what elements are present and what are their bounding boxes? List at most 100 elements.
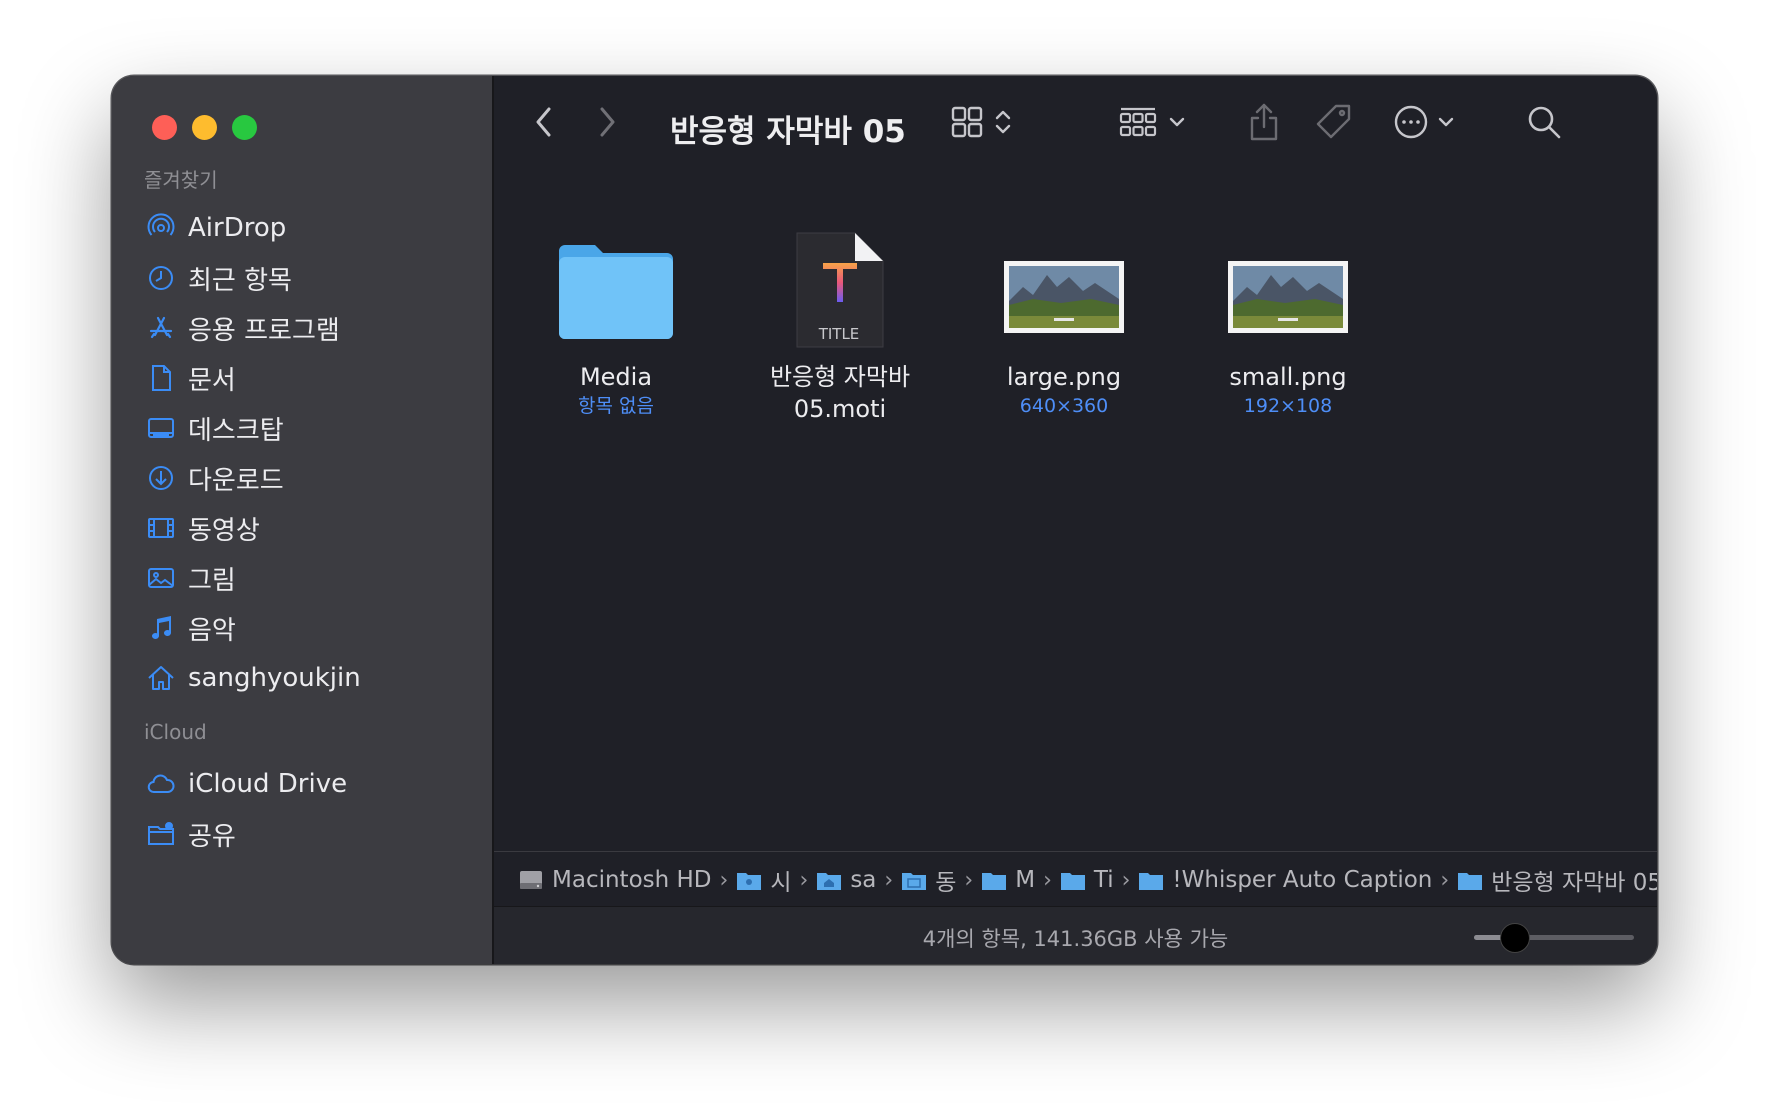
sidebar-item-pictures[interactable]: 그림 <box>144 556 474 600</box>
tag-button[interactable] <box>1312 102 1356 142</box>
path-crumb-movies[interactable]: 동 <box>901 863 956 897</box>
path-crumb-label: 반응형 자막바 05 <box>1491 870 1657 896</box>
folder-icon <box>981 869 1007 891</box>
chevron-right-icon <box>600 107 615 137</box>
close-window-button[interactable] <box>152 115 177 140</box>
sidebar-item-label: 음악 <box>188 615 236 646</box>
sidebar-item-airdrop[interactable]: AirDrop <box>144 206 474 250</box>
sidebar-item-label: iCloud Drive <box>188 769 348 799</box>
cloud-icon <box>144 767 178 801</box>
sidebar-item-shared[interactable]: 공유 <box>144 812 474 856</box>
path-separator: › <box>1121 867 1131 893</box>
path-separator: › <box>964 867 974 893</box>
shared-folder-icon <box>144 817 178 851</box>
zoom-window-button[interactable] <box>232 115 257 140</box>
sidebar-item-recents[interactable]: 최근 항목 <box>144 256 474 300</box>
view-mode-button[interactable] <box>946 102 1016 142</box>
music-note-icon <box>144 611 178 645</box>
path-crumb-macintosh-hd[interactable]: Macintosh HD <box>518 867 712 893</box>
status-bar: 4개의 항목, 141.36GB 사용 가능 <box>494 906 1657 964</box>
sidebar-item-label: 공유 <box>188 821 236 852</box>
path-crumb-whisper[interactable]: !Whisper Auto Caption <box>1138 867 1432 893</box>
sidebar-item-label: 동영상 <box>188 515 260 546</box>
share-icon <box>1250 103 1278 141</box>
sidebar-item-desktop[interactable]: 데스크탑 <box>144 406 474 450</box>
sidebar-item-icloud-drive[interactable]: iCloud Drive <box>144 762 474 806</box>
file-name-line2: 05.moti <box>793 395 887 423</box>
document-icon <box>144 361 178 395</box>
clock-icon <box>144 261 178 295</box>
image-dimensions: 640×360 <box>1019 395 1109 417</box>
path-separator: › <box>1043 867 1052 893</box>
home-folder-icon <box>816 869 842 891</box>
path-crumb-label: Macintosh HD <box>552 867 712 893</box>
sidebar-item-home[interactable]: sanghyoukjin <box>144 656 474 700</box>
icon-size-slider[interactable] <box>1474 923 1634 953</box>
chevron-updown-icon <box>995 110 1011 134</box>
path-crumb-current[interactable]: 반응형 자막바 05 <box>1457 863 1657 897</box>
path-crumb-label: 동 <box>935 870 957 896</box>
title-badge: TITLE <box>818 325 860 343</box>
path-bar: Macintosh HD › 시 › sa › 동 › M › Ti › !Wh… <box>494 851 1657 908</box>
file-item-moti[interactable]: TITLE 반응형 자막바 05.moti <box>740 231 940 425</box>
movies-folder-icon <box>901 869 927 891</box>
photo-icon <box>144 561 178 595</box>
search-icon <box>1528 106 1561 139</box>
sidebar-section-favorites: 즐겨찾기 <box>144 168 218 192</box>
image-thumbnail <box>1188 231 1388 361</box>
window-title: 반응형 자막바 05 <box>670 114 906 150</box>
finder-window: 즐겨찾기 AirDrop 최근 항목 응용 프로그램 문서 데스크탑 다운로드 … <box>112 76 1657 964</box>
share-button[interactable] <box>1244 100 1284 144</box>
path-separator: › <box>799 867 809 893</box>
path-crumb-label: !Whisper Auto Caption <box>1172 867 1433 893</box>
motion-title-file-icon: TITLE <box>740 231 940 361</box>
image-dimensions: 192×108 <box>1243 395 1333 417</box>
path-crumb-ti[interactable]: Ti <box>1060 867 1114 893</box>
sidebar-item-label: sanghyoukjin <box>188 663 361 693</box>
folder-icon <box>1138 869 1164 891</box>
content-area: 반응형 자막바 05 Media 항목 없음 TITLE 반응형 자막바 05.… <box>494 76 1657 964</box>
path-crumb-users[interactable]: 시 <box>736 863 792 897</box>
file-name: small.png <box>1229 363 1347 391</box>
folder-icon <box>516 231 716 361</box>
path-crumb-label: sa <box>850 867 877 893</box>
applications-icon <box>144 311 178 345</box>
sidebar-item-movies[interactable]: 동영상 <box>144 506 474 550</box>
path-crumb-m[interactable]: M <box>981 867 1035 893</box>
sidebar-item-downloads[interactable]: 다운로드 <box>144 456 474 500</box>
sidebar-item-applications[interactable]: 응용 프로그램 <box>144 306 474 350</box>
file-item-large-png[interactable]: large.png 640×360 <box>964 231 1164 419</box>
sidebar-item-documents[interactable]: 문서 <box>144 356 474 400</box>
sidebar-item-label: 다운로드 <box>188 465 284 496</box>
image-thumbnail <box>964 231 1164 361</box>
sidebar-item-label: 최근 항목 <box>188 265 292 296</box>
group-by-button[interactable] <box>1112 102 1192 142</box>
sidebar: 즐겨찾기 AirDrop 최근 항목 응용 프로그램 문서 데스크탑 다운로드 … <box>112 76 494 964</box>
file-item-small-png[interactable]: small.png 192×108 <box>1188 231 1388 419</box>
sidebar-item-label: 응용 프로그램 <box>188 315 340 346</box>
back-button[interactable] <box>526 104 562 140</box>
desktop-icon <box>144 411 178 445</box>
file-item-media[interactable]: Media 항목 없음 <box>516 231 716 419</box>
sidebar-item-label: AirDrop <box>188 213 287 243</box>
chevron-down-icon <box>1438 117 1454 127</box>
tag-icon <box>1316 104 1351 139</box>
path-crumb-home[interactable]: sa <box>816 867 876 893</box>
sidebar-item-label: 문서 <box>188 365 236 396</box>
sidebar-item-label: 그림 <box>188 565 236 596</box>
download-icon <box>144 461 178 495</box>
path-separator: › <box>884 867 894 893</box>
path-crumb-label: 시 <box>770 870 792 896</box>
chevron-left-icon <box>536 107 551 137</box>
slider-knob[interactable] <box>1500 923 1530 953</box>
minimize-window-button[interactable] <box>192 115 217 140</box>
more-actions-button[interactable] <box>1384 102 1464 142</box>
search-button[interactable] <box>1524 102 1564 142</box>
file-name: large.png <box>1006 363 1122 391</box>
users-folder-icon <box>736 869 762 891</box>
forward-button[interactable] <box>589 104 625 140</box>
group-icon <box>1119 107 1157 137</box>
home-icon <box>144 661 178 695</box>
sidebar-section-icloud: iCloud <box>144 720 207 744</box>
sidebar-item-music[interactable]: 음악 <box>144 606 474 650</box>
